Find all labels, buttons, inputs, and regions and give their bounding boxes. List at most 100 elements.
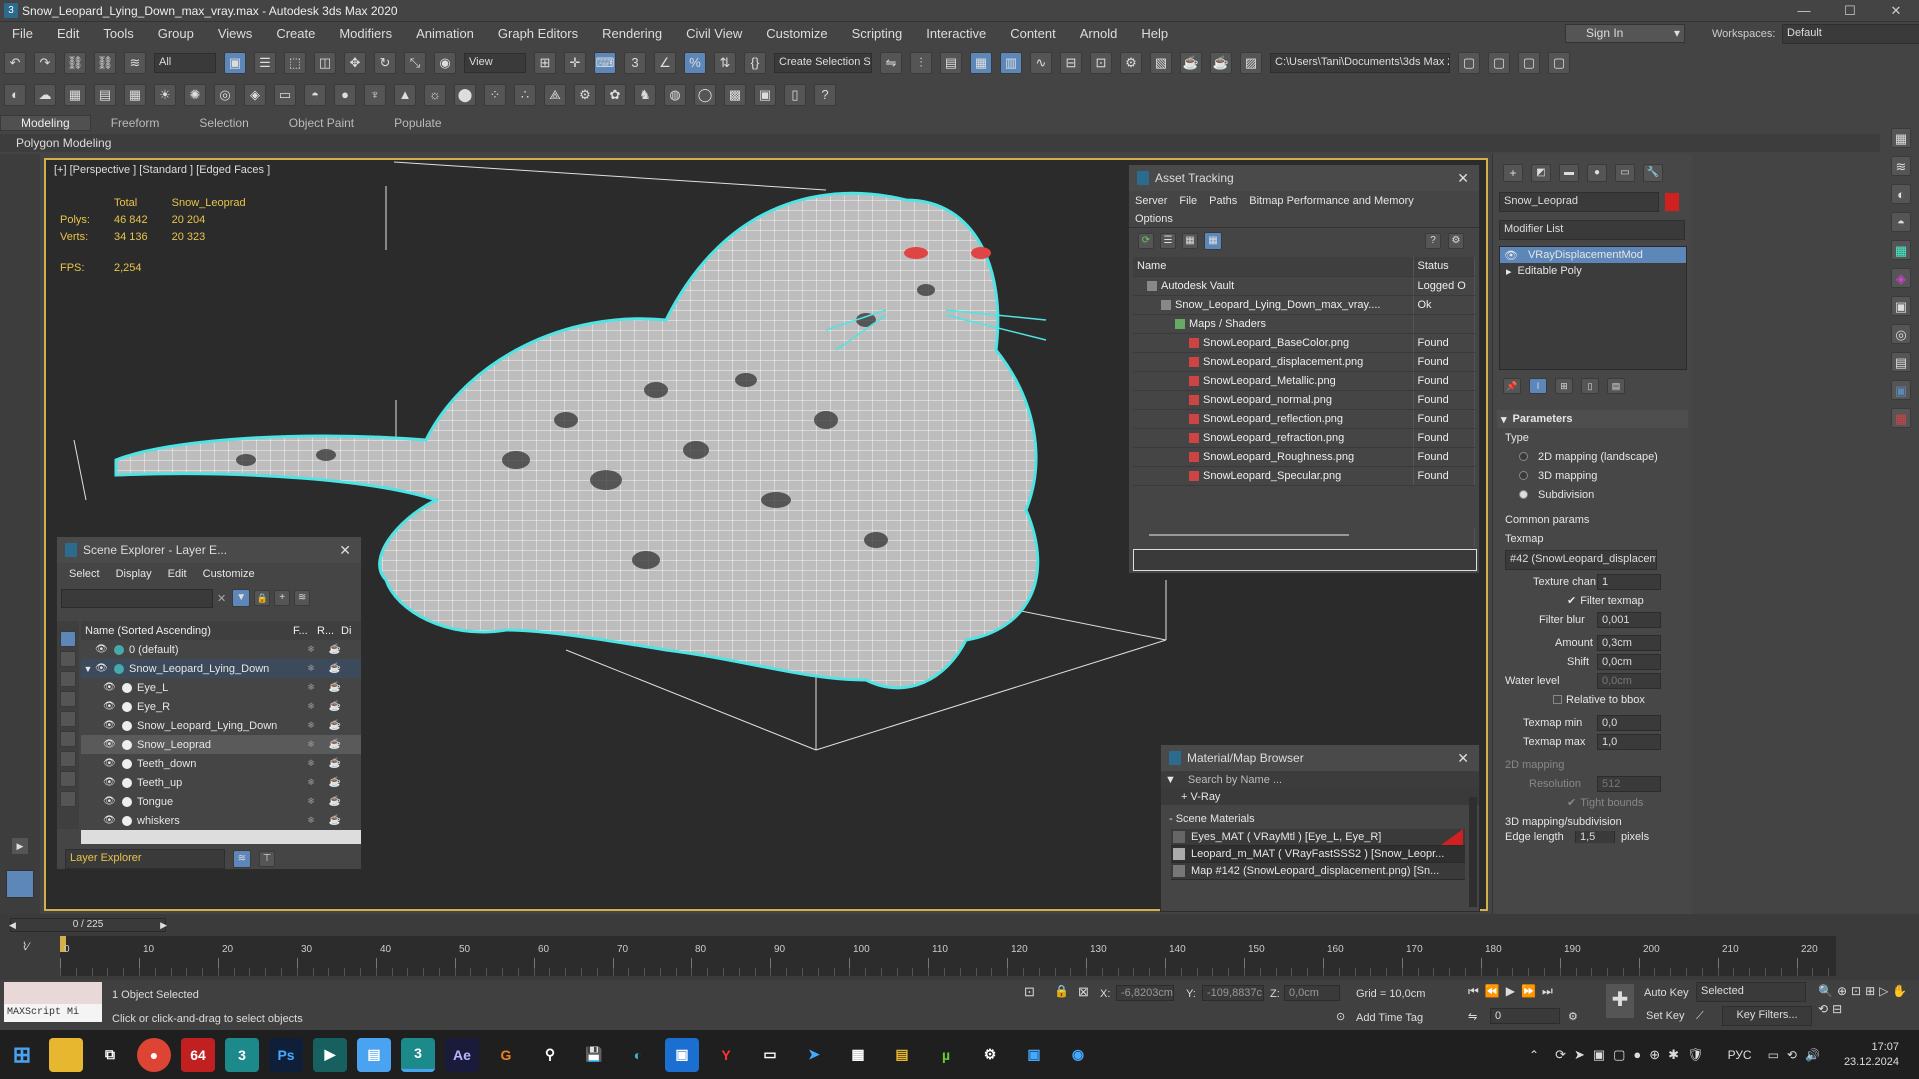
asset-menu-bitmap[interactable]: Bitmap Performance and Memory bbox=[1249, 195, 1413, 207]
layer-manager-icon[interactable]: ▤ bbox=[940, 52, 962, 74]
color-grid-icon[interactable]: ▦ bbox=[1891, 408, 1911, 428]
thumbnail-icon[interactable]: ▦ bbox=[1182, 232, 1198, 249]
grid-icon[interactable]: ▦ bbox=[1891, 240, 1911, 260]
vray-dots-icon[interactable]: ∴ bbox=[514, 84, 536, 106]
visibility-eye-icon[interactable]: 👁 bbox=[95, 644, 109, 655]
pan-icon[interactable]: ✋ bbox=[1892, 984, 1907, 998]
visibility-eye-icon[interactable]: 👁 bbox=[95, 663, 109, 674]
material-vscroll[interactable] bbox=[1469, 797, 1477, 907]
time-prev-icon[interactable]: ◀ bbox=[9, 919, 16, 931]
asset-row[interactable]: Maps / Shaders bbox=[1133, 314, 1475, 334]
asset-menu-file[interactable]: File bbox=[1179, 195, 1197, 207]
asset-row[interactable]: SnowLeopard_reflection.png Found bbox=[1133, 409, 1475, 429]
vray-lamp-icon[interactable]: ☀ bbox=[154, 84, 176, 106]
vray-gear-icon[interactable]: ⚙ bbox=[574, 84, 596, 106]
schematic-view-icon[interactable]: ⊟ bbox=[1060, 52, 1082, 74]
scene-menu-select[interactable]: Select bbox=[69, 568, 100, 580]
refresh-icon[interactable]: ⟳ bbox=[1138, 232, 1154, 249]
menu-content[interactable]: Content bbox=[998, 26, 1068, 41]
photoshop-icon[interactable]: Ps bbox=[269, 1037, 303, 1072]
play-icon[interactable]: ▶ bbox=[12, 838, 28, 854]
time-next-icon[interactable]: ▶ bbox=[160, 919, 167, 931]
start-icon[interactable]: ⊞ bbox=[5, 1038, 39, 1072]
vray-plane-icon[interactable]: ▭ bbox=[274, 84, 296, 106]
menu-civil-view[interactable]: Civil View bbox=[674, 26, 754, 41]
select-manipulate-icon[interactable]: ✛ bbox=[564, 52, 586, 74]
asset-row[interactable]: SnowLeopard_refraction.png Found bbox=[1133, 428, 1475, 448]
visibility-eye-icon[interactable]: 👁 bbox=[103, 815, 117, 826]
layer-explorer-dropdown[interactable]: Layer Explorer bbox=[65, 849, 225, 869]
project-save-icon[interactable]: ▢ bbox=[1518, 52, 1540, 74]
vray-shell-icon[interactable]: ◍ bbox=[664, 84, 686, 106]
percent-snap-icon[interactable]: % bbox=[684, 52, 706, 74]
checker-icon[interactable]: ▦ bbox=[1891, 128, 1911, 148]
display-groups-icon[interactable] bbox=[60, 751, 76, 767]
scale-icon[interactable]: ⤡ bbox=[404, 52, 426, 74]
set-key-button[interactable]: Set Key bbox=[1646, 1010, 1685, 1022]
display-spacewarps-icon[interactable] bbox=[60, 731, 76, 747]
col-display[interactable]: Di bbox=[341, 625, 361, 637]
asset-path-field[interactable] bbox=[1133, 549, 1477, 571]
task-view-icon[interactable]: ⧉ bbox=[93, 1038, 127, 1072]
render-icon[interactable]: ☕ bbox=[323, 758, 347, 769]
menu-customize[interactable]: Customize bbox=[754, 26, 839, 41]
viewport-layout-icon[interactable] bbox=[6, 870, 34, 898]
chevron-down-icon[interactable]: ▼ bbox=[1165, 774, 1176, 786]
project-settings-icon[interactable]: ▢ bbox=[1548, 52, 1570, 74]
maximize-button[interactable]: ☐ bbox=[1827, 0, 1873, 22]
render-icon[interactable]: ☕ bbox=[323, 663, 347, 674]
resolution-spinner[interactable]: 512 bbox=[1597, 775, 1661, 792]
play-icon[interactable]: ▶ bbox=[1506, 984, 1515, 999]
app-monitor-icon[interactable]: ▣ bbox=[1017, 1038, 1051, 1072]
vray-material-icon[interactable]: ◯ bbox=[694, 84, 716, 106]
render-icon[interactable]: ☕ bbox=[323, 720, 347, 731]
options-menu[interactable]: Options bbox=[1135, 213, 1173, 225]
spinner-snap-icon[interactable]: ⇅ bbox=[714, 52, 736, 74]
material-browser-titlebar[interactable]: Material/Map Browser ✕ bbox=[1161, 745, 1479, 771]
scene-row[interactable]: ▼ 👁 Snow_Leopard_Lying_Down ❄ ☕ bbox=[81, 659, 361, 678]
zoom-extents-icon[interactable]: ⊡ bbox=[1851, 984, 1861, 998]
ribbon-tab-freeform[interactable]: Freeform bbox=[91, 116, 180, 130]
checkbox-icon[interactable]: ✔ bbox=[1567, 594, 1576, 607]
camera-icon[interactable]: ◓ bbox=[1891, 212, 1911, 232]
scene-row[interactable]: 👁 Eye_L ❄ ☕ bbox=[81, 678, 361, 697]
render-icon[interactable]: ☕ bbox=[323, 644, 347, 655]
freeze-icon[interactable]: ❄ bbox=[299, 815, 323, 826]
ribbon-tab-populate[interactable]: Populate bbox=[374, 116, 461, 130]
amount-spinner[interactable]: 0,3cm bbox=[1597, 634, 1661, 651]
texmap-min-spinner[interactable]: 0,0 bbox=[1597, 714, 1661, 731]
menu-modifiers[interactable]: Modifiers bbox=[327, 26, 404, 41]
vray-ies-icon[interactable]: ✺ bbox=[184, 84, 206, 106]
visibility-eye-icon[interactable]: 👁 bbox=[103, 739, 117, 750]
save-app-icon[interactable]: 💾 bbox=[577, 1038, 611, 1072]
motion-tab-icon[interactable]: ● bbox=[1587, 164, 1607, 182]
place-icon[interactable]: ◉ bbox=[434, 52, 456, 74]
absolute-mode-icon[interactable]: ⊠ bbox=[1078, 984, 1089, 1000]
texmap-max-spinner[interactable]: 1,0 bbox=[1597, 733, 1661, 750]
layer-sort-icon[interactable]: ≋ bbox=[233, 850, 251, 868]
prev-frame-icon[interactable]: ⏪ bbox=[1485, 984, 1500, 999]
language-indicator[interactable]: РУС bbox=[1728, 1048, 1752, 1062]
asset-row[interactable]: SnowLeopard_Metallic.png Found bbox=[1133, 371, 1475, 391]
object-icon[interactable]: ◈ bbox=[1891, 268, 1911, 288]
tray-chevron-icon[interactable]: ⌃ bbox=[1529, 1048, 1539, 1062]
eye-icon[interactable]: 👁 bbox=[1504, 249, 1518, 262]
keyboard-shortcut-icon[interactable]: ⌨ bbox=[594, 52, 616, 74]
display-shapes-icon[interactable] bbox=[60, 651, 76, 667]
scene-row[interactable]: 👁 whiskers ❄ ☕ bbox=[81, 811, 361, 830]
terminal-icon[interactable]: ▭ bbox=[753, 1038, 787, 1072]
vray-cube-icon[interactable]: ▣ bbox=[754, 84, 776, 106]
display-cameras-icon[interactable] bbox=[60, 691, 76, 707]
add-layer-icon[interactable]: + bbox=[274, 590, 291, 606]
vray-cone-icon[interactable]: ▲ bbox=[394, 84, 416, 106]
filter-blur-spinner[interactable]: 0,001 bbox=[1597, 611, 1661, 628]
pivot-icon[interactable]: ⊞ bbox=[534, 52, 556, 74]
vray-frame-buffer-icon[interactable]: ▦ bbox=[64, 84, 86, 106]
edge-length-spinner[interactable]: 1,5 bbox=[1575, 831, 1615, 843]
snaps-toggle-icon[interactable]: 3 bbox=[624, 52, 646, 74]
file-explorer-icon[interactable] bbox=[49, 1037, 83, 1072]
visibility-eye-icon[interactable]: 👁 bbox=[103, 720, 117, 731]
display-lights-icon[interactable] bbox=[60, 671, 76, 687]
texmap-button[interactable]: #42 (SnowLeopard_displaceme bbox=[1505, 550, 1657, 570]
cube-icon[interactable]: ▣ bbox=[1891, 380, 1911, 400]
